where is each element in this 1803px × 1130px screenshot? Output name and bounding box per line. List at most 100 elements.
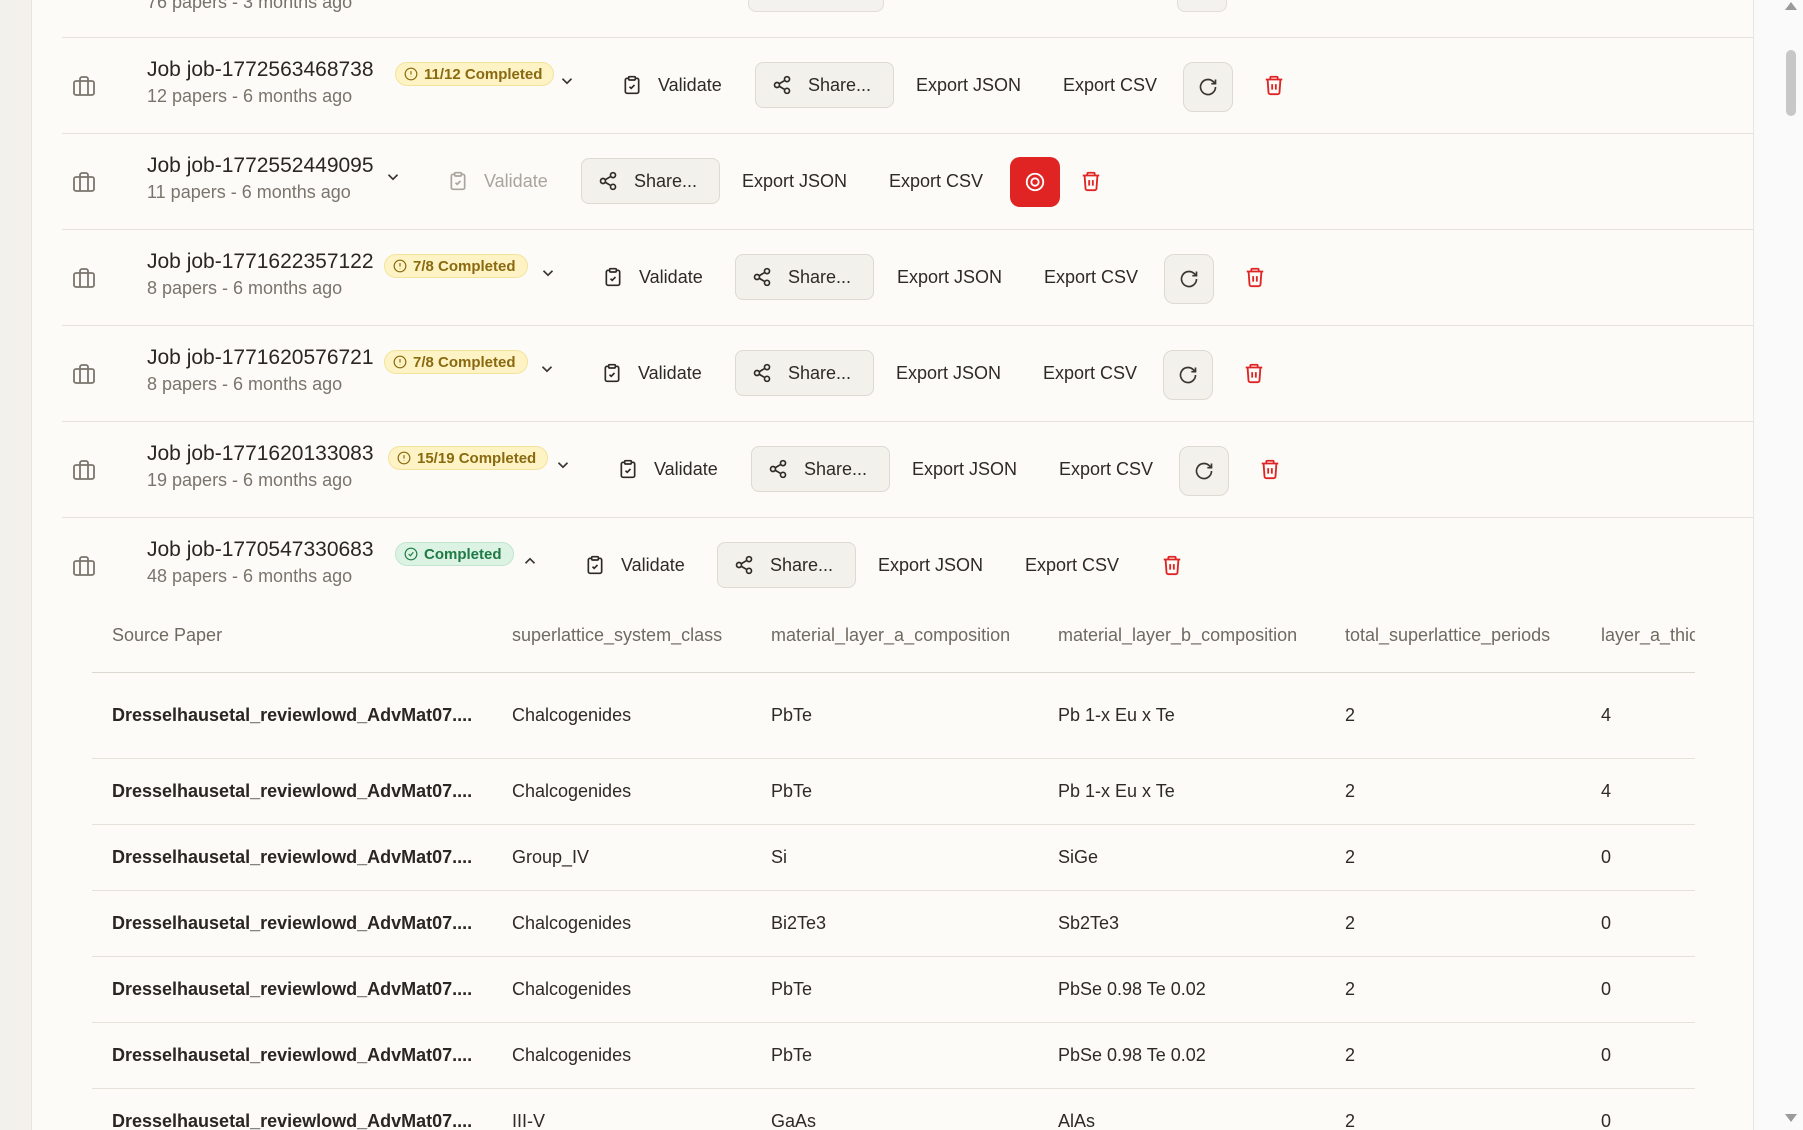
refresh-button[interactable] bbox=[1179, 446, 1229, 496]
column-header[interactable]: layer_a_thic bbox=[1581, 600, 1695, 673]
refresh-icon bbox=[1195, 462, 1213, 480]
delete-button[interactable] bbox=[1080, 170, 1102, 192]
export-json-button[interactable]: Export JSON bbox=[742, 158, 847, 204]
share-button[interactable]: Share... bbox=[735, 350, 875, 396]
validate-button[interactable]: Validate bbox=[448, 158, 548, 204]
export-json-button[interactable]: Export JSON bbox=[916, 62, 1021, 108]
clock-alert-icon bbox=[393, 355, 407, 369]
chevron-down-icon[interactable] bbox=[554, 456, 572, 474]
export-csv-button[interactable]: Export CSV bbox=[1043, 350, 1137, 396]
validate-button[interactable]: Validate bbox=[602, 350, 702, 396]
chevron-down-icon[interactable] bbox=[384, 168, 402, 186]
column-header[interactable]: Source Paper bbox=[92, 600, 492, 673]
refresh-button[interactable] bbox=[1183, 62, 1233, 112]
export-csv-button[interactable]: Export CSV bbox=[1044, 254, 1138, 300]
validate-button[interactable]: Validate bbox=[603, 254, 703, 300]
delete-button[interactable] bbox=[1243, 362, 1265, 384]
table-cell: PbSe 0.98 Te 0.02 bbox=[1038, 1022, 1325, 1089]
scrollbar-track[interactable] bbox=[1753, 0, 1803, 1130]
chevron-up-icon[interactable] bbox=[521, 552, 539, 570]
trash-icon bbox=[1163, 555, 1181, 576]
refresh-icon bbox=[1180, 270, 1198, 288]
briefcase-icon bbox=[72, 266, 96, 290]
scrollbar-thumb[interactable] bbox=[1786, 50, 1796, 116]
status-badge: 7/8 Completed bbox=[384, 254, 528, 278]
table-cell: III-V bbox=[492, 1088, 751, 1130]
export-json-button[interactable]: Export JSON bbox=[878, 542, 983, 588]
chevron-down-icon[interactable] bbox=[538, 360, 556, 378]
column-header[interactable]: total_superlattice_periods bbox=[1325, 600, 1581, 673]
share-button[interactable]: Share... bbox=[755, 62, 895, 108]
export-json-button[interactable]: Export JSON bbox=[897, 254, 1002, 300]
export-json-button[interactable]: Export JSON bbox=[896, 350, 1001, 396]
results-table: Source Paper superlattice_system_class m… bbox=[92, 600, 1695, 1130]
delete-button[interactable] bbox=[1244, 266, 1266, 288]
share-icon bbox=[753, 267, 771, 287]
scroll-down-icon[interactable] bbox=[1785, 1114, 1797, 1122]
table-cell: 2 bbox=[1325, 824, 1581, 891]
table-row[interactable]: Dresselhausetal_reviewlowd_AdvMat07.... … bbox=[92, 1088, 1695, 1130]
job-meta: 12 papers - 6 months ago bbox=[147, 86, 353, 106]
share-label: Share... bbox=[808, 74, 872, 95]
share-button[interactable]: Share... bbox=[717, 542, 857, 588]
table-row[interactable]: Dresselhausetal_reviewlowd_AdvMat07.... … bbox=[92, 890, 1695, 957]
table-cell: SiGe bbox=[1038, 824, 1325, 891]
export-csv-button[interactable]: Export CSV bbox=[1025, 542, 1119, 588]
table-row[interactable]: Dresselhausetal_reviewlowd_AdvMat07.... … bbox=[92, 824, 1695, 891]
job-title: Job job-1771620133083 bbox=[147, 442, 374, 465]
table-cell: 4 bbox=[1581, 672, 1695, 759]
share-button[interactable] bbox=[748, 0, 884, 12]
table-cell: 2 bbox=[1325, 672, 1581, 759]
share-button[interactable]: Share... bbox=[735, 254, 875, 300]
validate-label: Validate bbox=[484, 170, 548, 191]
delete-button[interactable] bbox=[1263, 74, 1285, 96]
status-badge: 11/12 Completed bbox=[395, 62, 555, 86]
table-row[interactable]: Dresselhausetal_reviewlowd_AdvMat07.... … bbox=[92, 1022, 1695, 1089]
share-icon bbox=[753, 363, 771, 383]
chevron-down-icon[interactable] bbox=[539, 264, 557, 282]
status-badge-label: 15/19 Completed bbox=[417, 449, 537, 467]
job-title: Job job-1771620576721 bbox=[147, 346, 374, 369]
column-header[interactable]: material_layer_b_composition bbox=[1038, 600, 1325, 673]
validate-button[interactable]: Validate bbox=[622, 62, 722, 108]
share-label: Share... bbox=[788, 362, 852, 383]
refresh-button[interactable] bbox=[1163, 350, 1213, 400]
delete-button[interactable] bbox=[1259, 458, 1281, 480]
status-badge-label: Completed bbox=[424, 545, 502, 563]
briefcase-icon bbox=[72, 458, 96, 482]
job-row: Job job-1771620576721 8 papers - 6 month… bbox=[62, 326, 1753, 422]
share-icon bbox=[769, 459, 787, 479]
trash-icon bbox=[1265, 75, 1283, 96]
export-csv-button[interactable]: Export CSV bbox=[889, 158, 983, 204]
export-csv-button[interactable]: Export CSV bbox=[1059, 446, 1153, 492]
share-button[interactable]: Share... bbox=[581, 158, 721, 204]
chevron-down-icon[interactable] bbox=[558, 72, 576, 90]
delete-button[interactable] bbox=[1161, 554, 1183, 576]
table-row[interactable]: Dresselhausetal_reviewlowd_AdvMat07.... … bbox=[92, 956, 1695, 1023]
table-cell: 0 bbox=[1581, 824, 1695, 891]
share-button[interactable]: Share... bbox=[751, 446, 891, 492]
table-cell: Pb 1-x Eu x Te bbox=[1038, 758, 1325, 825]
column-header[interactable]: material_layer_a_composition bbox=[751, 600, 1038, 673]
refresh-button[interactable] bbox=[1164, 254, 1214, 304]
stop-button[interactable] bbox=[1010, 157, 1060, 207]
share-icon bbox=[773, 75, 791, 95]
table-cell: Chalcogenides bbox=[492, 956, 751, 1023]
table-cell: Si bbox=[751, 824, 1038, 891]
table-cell: PbTe bbox=[751, 758, 1038, 825]
export-json-button[interactable]: Export JSON bbox=[912, 446, 1017, 492]
validate-button[interactable]: Validate bbox=[618, 446, 718, 492]
validate-label: Validate bbox=[621, 554, 685, 575]
column-header[interactable]: superlattice_system_class bbox=[492, 600, 751, 673]
export-csv-button[interactable]: Export CSV bbox=[1063, 62, 1157, 108]
validate-button[interactable]: Validate bbox=[585, 542, 685, 588]
job-row-partial: 76 papers - 3 months ago bbox=[62, 0, 1753, 38]
table-cell: 2 bbox=[1325, 956, 1581, 1023]
table-row[interactable]: Dresselhausetal_reviewlowd_AdvMat07.... … bbox=[92, 758, 1695, 825]
share-label: Share... bbox=[770, 554, 834, 575]
table-cell: PbSe 0.98 Te 0.02 bbox=[1038, 956, 1325, 1023]
table-row[interactable]: Dresselhausetal_reviewlowd_AdvMat07.... … bbox=[92, 672, 1695, 759]
table-cell: 2 bbox=[1325, 890, 1581, 957]
refresh-button[interactable] bbox=[1177, 0, 1227, 12]
scroll-up-icon[interactable] bbox=[1785, 2, 1797, 10]
